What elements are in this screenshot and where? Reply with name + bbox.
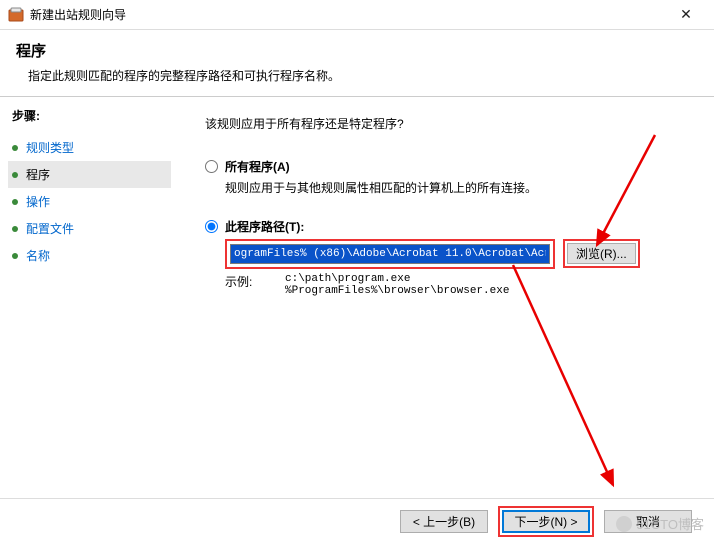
step-label: 配置文件 (26, 220, 74, 237)
program-path-input[interactable] (230, 244, 550, 264)
path-highlight-box (225, 239, 555, 269)
step-rule-type[interactable]: 规则类型 (12, 134, 171, 161)
example-row: 示例: c:\path\program.exe %ProgramFiles%\b… (225, 273, 692, 297)
all-programs-label: 所有程序(A) (225, 158, 290, 175)
wizard-body: 步骤: 规则类型 程序 操作 配置文件 名称 该规则应用于所有程序还是特定程序?… (0, 97, 714, 498)
back-button[interactable]: < 上一步(B) (400, 510, 488, 533)
all-programs-desc: 规则应用于与其他规则属性相匹配的计算机上的所有连接。 (225, 179, 692, 196)
watermark-text: 51CTO博客 (636, 514, 704, 533)
all-programs-radio[interactable] (205, 160, 218, 173)
step-action[interactable]: 操作 (12, 188, 171, 215)
example-paths: c:\path\program.exe %ProgramFiles%\brows… (285, 273, 509, 297)
watermark-icon (616, 516, 632, 532)
step-label: 名称 (26, 247, 50, 264)
next-button[interactable]: 下一步(N) > (502, 510, 590, 533)
steps-label: 步骤: (12, 107, 171, 124)
path-row: 浏览(R)... (225, 239, 692, 269)
bullet-icon (12, 145, 18, 151)
bullet-icon (12, 172, 18, 178)
bullet-icon (12, 199, 18, 205)
prompt-text: 该规则应用于所有程序还是特定程序? (205, 115, 692, 132)
app-icon (8, 7, 24, 23)
steps-sidebar: 步骤: 规则类型 程序 操作 配置文件 名称 (0, 97, 175, 498)
page-title: 程序 (16, 40, 698, 61)
step-program[interactable]: 程序 (8, 161, 171, 188)
wizard-footer: < 上一步(B) 下一步(N) > 取消 (0, 498, 714, 544)
step-label: 规则类型 (26, 139, 74, 156)
this-path-radio[interactable] (205, 220, 218, 233)
close-button[interactable]: ✕ (666, 1, 706, 29)
example-label: 示例: (225, 273, 285, 297)
wizard-header: 程序 指定此规则匹配的程序的完整程序路径和可执行程序名称。 (0, 30, 714, 96)
step-name[interactable]: 名称 (12, 242, 171, 269)
step-label: 程序 (26, 166, 50, 183)
this-path-option[interactable]: 此程序路径(T): (205, 218, 692, 235)
browse-highlight-box: 浏览(R)... (563, 239, 640, 268)
next-highlight-box: 下一步(N) > (498, 506, 594, 537)
bullet-icon (12, 253, 18, 259)
step-profile[interactable]: 配置文件 (12, 215, 171, 242)
window-title: 新建出站规则向导 (30, 6, 666, 23)
page-subtitle: 指定此规则匹配的程序的完整程序路径和可执行程序名称。 (16, 67, 698, 84)
browse-button[interactable]: 浏览(R)... (567, 243, 636, 264)
this-path-label: 此程序路径(T): (225, 218, 304, 235)
all-programs-option[interactable]: 所有程序(A) (205, 158, 692, 175)
watermark: 51CTO博客 (616, 514, 704, 533)
bullet-icon (12, 226, 18, 232)
main-panel: 该规则应用于所有程序还是特定程序? 所有程序(A) 规则应用于与其他规则属性相匹… (175, 97, 714, 498)
titlebar: 新建出站规则向导 ✕ (0, 0, 714, 30)
step-label: 操作 (26, 193, 50, 210)
